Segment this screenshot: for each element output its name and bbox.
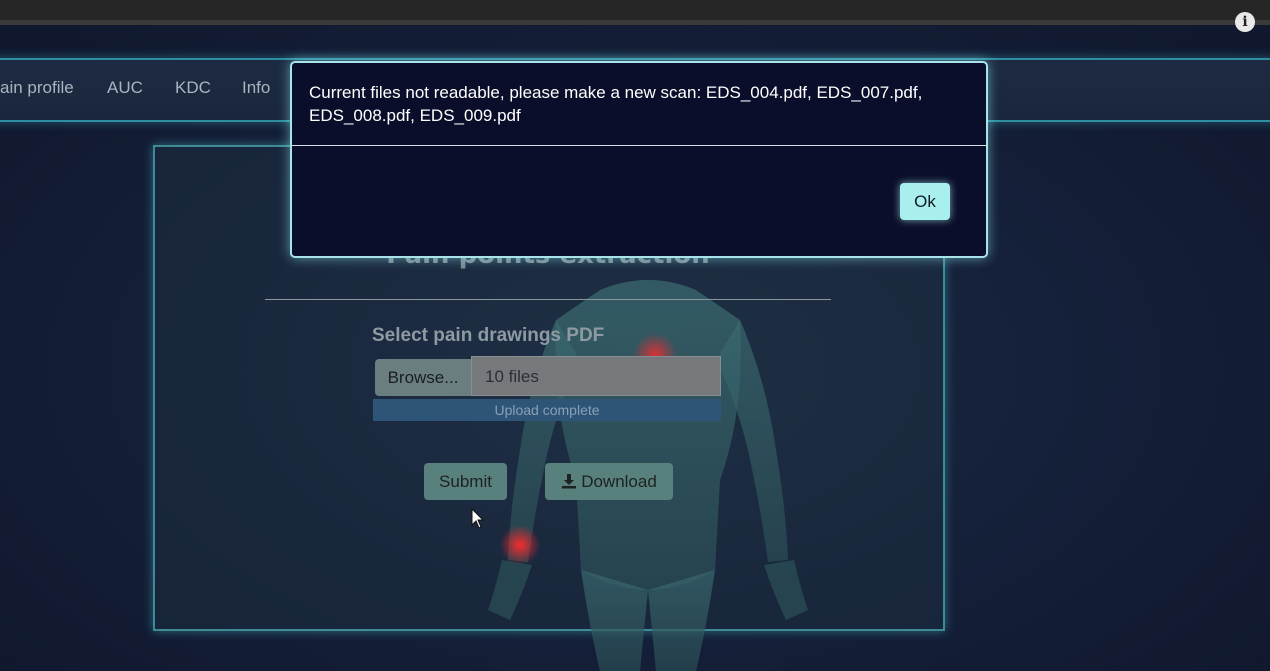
- mouse-cursor-icon: [471, 508, 485, 529]
- dialog-divider: [292, 145, 986, 146]
- download-button-label: Download: [581, 472, 657, 491]
- title-divider: [265, 299, 831, 300]
- nav-item-kdc[interactable]: KDC: [175, 78, 211, 98]
- browser-top-divider: [0, 20, 1270, 25]
- submit-button[interactable]: Submit: [424, 463, 507, 500]
- upload-progress-bar: Upload complete: [373, 399, 721, 421]
- info-icon[interactable]: i: [1235, 12, 1255, 32]
- browse-button[interactable]: Browse...: [375, 359, 471, 396]
- error-message: Current files not readable, please make …: [309, 83, 923, 125]
- ok-button[interactable]: Ok: [900, 183, 950, 220]
- file-name-field[interactable]: 10 files: [471, 356, 721, 396]
- nav-item-info[interactable]: Info: [242, 78, 270, 98]
- download-icon: [561, 465, 577, 502]
- browser-top-bar: [0, 0, 1270, 20]
- app-window: i ain profile AUC KDC Info Select pain d…: [0, 0, 1270, 671]
- select-pdf-label: Select pain drawings PDF: [372, 325, 605, 346]
- nav-item-pain-profile[interactable]: ain profile: [0, 78, 74, 98]
- error-dialog: Current files not readable, please make …: [290, 61, 988, 258]
- nav-item-auc[interactable]: AUC: [107, 78, 143, 98]
- download-button[interactable]: Download: [545, 463, 673, 500]
